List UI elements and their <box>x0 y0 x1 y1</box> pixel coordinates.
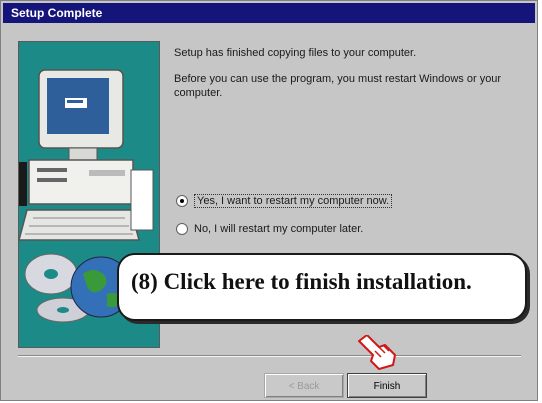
radio-restart-later[interactable] <box>176 223 188 235</box>
window-title: Setup Complete <box>11 6 103 20</box>
option-restart-now-label: Yes, I want to restart my computer now. <box>194 194 393 208</box>
separator <box>18 355 521 357</box>
hand-pointer-icon <box>358 335 396 370</box>
back-button[interactable]: < Back <box>264 373 344 398</box>
title-bar[interactable]: Setup Complete <box>3 3 535 23</box>
computer-icon <box>19 69 154 241</box>
option-restart-later[interactable]: No, I will restart my computer later. <box>176 223 363 235</box>
option-restart-now[interactable]: Yes, I want to restart my computer now. <box>176 194 393 208</box>
setup-complete-dialog: Setup Complete Setup has finished copyin… <box>0 0 538 401</box>
restart-notice-text: Before you can use the program, you must… <box>174 73 502 99</box>
finished-copying-text: Setup has finished copying files to your… <box>174 47 417 59</box>
callout-text: (8) Click here to finish installation. <box>131 269 472 294</box>
finish-button[interactable]: Finish <box>347 373 427 398</box>
instruction-callout: (8) Click here to finish installation. <box>117 253 527 321</box>
radio-restart-now[interactable] <box>176 195 188 207</box>
option-restart-later-label: No, I will restart my computer later. <box>194 223 364 235</box>
